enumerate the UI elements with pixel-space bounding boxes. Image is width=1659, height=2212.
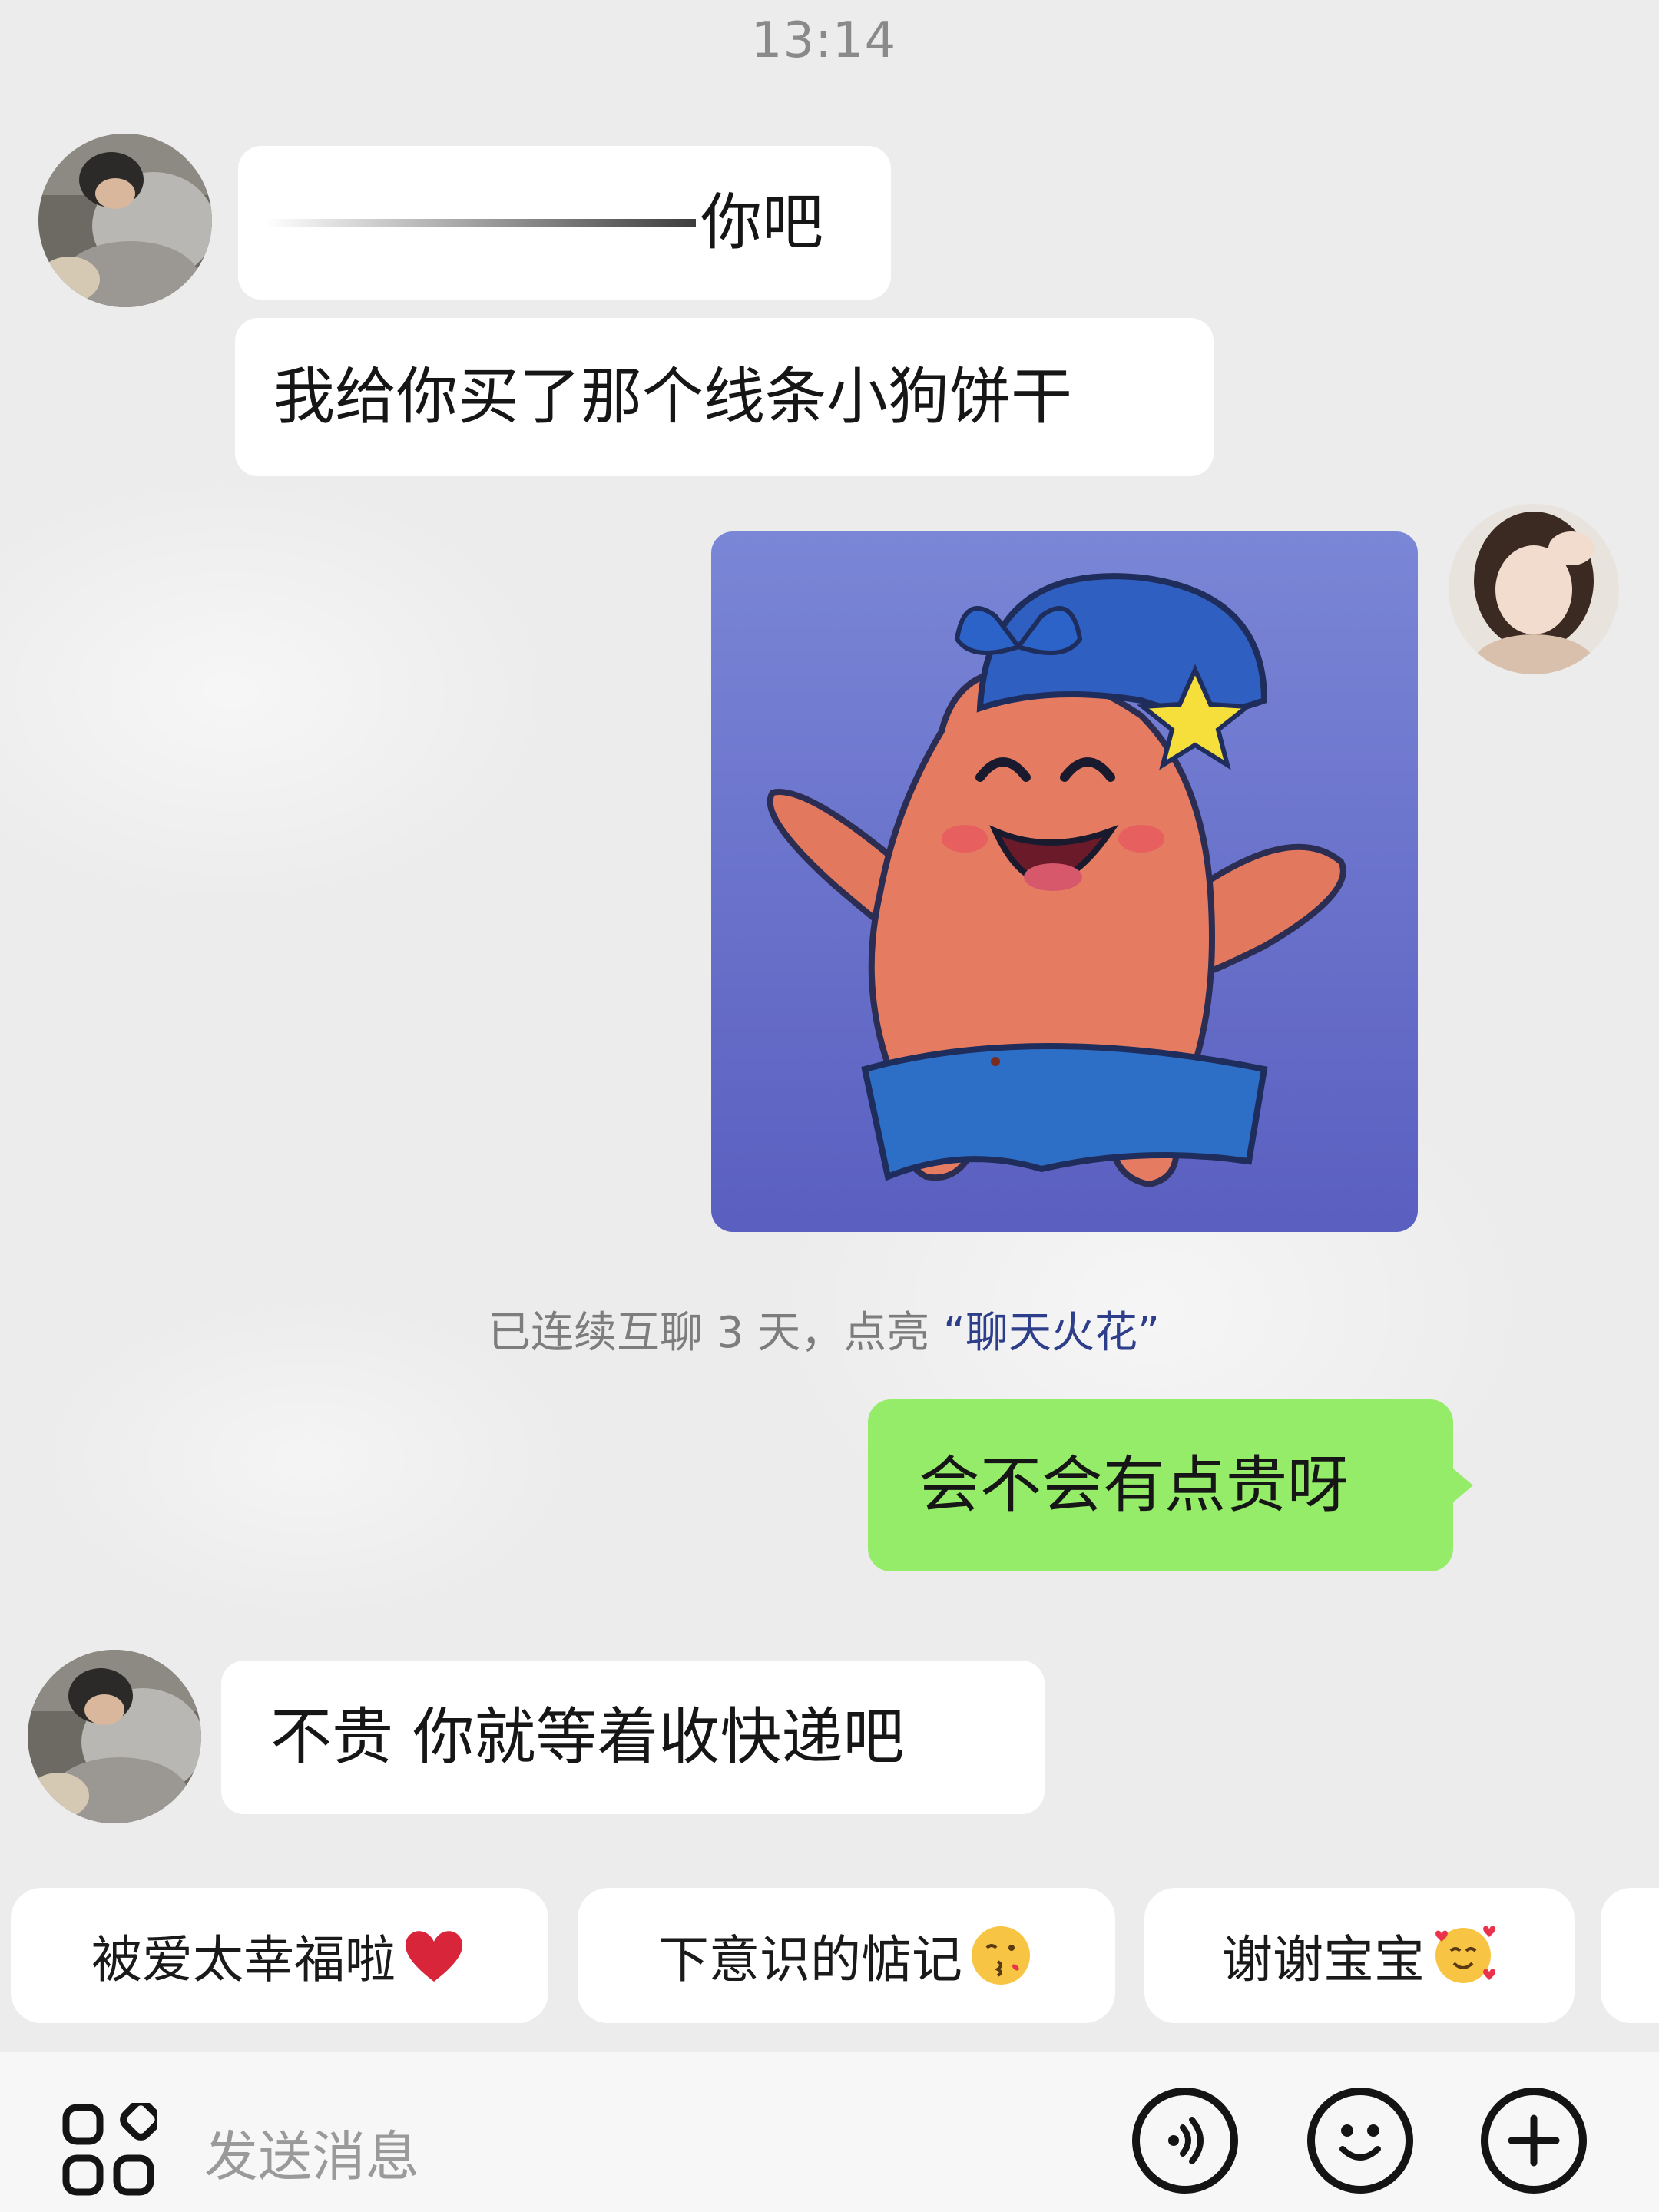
- quick-reply-label: 谢谢宝宝: [1222, 1930, 1425, 1989]
- voice-icon[interactable]: [1132, 2088, 1238, 2194]
- red-heart-icon: [400, 1922, 468, 1989]
- patrick-star-sticker[interactable]: [711, 531, 1418, 1232]
- message-text: 我给你买了那个线条小狗饼干: [273, 361, 1072, 432]
- message-text: 会不会有点贵呀: [919, 1449, 1349, 1521]
- received-message-bubble[interactable]: 我给你买了那个线条小狗饼干: [235, 318, 1214, 476]
- chat-spark-link[interactable]: “聊天火花”: [943, 1308, 1160, 1358]
- received-message-bubble[interactable]: 不贵 你就等着收快递吧: [221, 1661, 1045, 1814]
- emoji-icon[interactable]: [1307, 2088, 1413, 2194]
- streak-notice: 已连续互聊 3 天，点亮 “聊天火花”: [0, 1298, 1647, 1360]
- quick-reply-chip[interactable]: 谢谢宝宝: [1144, 1888, 1575, 2023]
- message-timestamp: 13:14: [750, 12, 897, 69]
- message-text: 你吧: [700, 187, 823, 258]
- received-message-bubble[interactable]: 你吧: [238, 146, 891, 300]
- smiling-face-with-hearts-icon: [1429, 1922, 1497, 1989]
- kissing-face-icon: [967, 1922, 1035, 1989]
- plus-icon[interactable]: [1481, 2088, 1587, 2194]
- streak-notice-text: 已连续互聊 3 天，点亮: [487, 1308, 943, 1358]
- message-text: 不贵 你就等着收快递吧: [270, 1701, 905, 1773]
- quick-reply-chip[interactable]: 下意识的惦记: [578, 1888, 1115, 2023]
- quick-reply-chip[interactable]: 被爱太幸福啦: [11, 1888, 548, 2023]
- apps-grid-icon[interactable]: [61, 2098, 162, 2201]
- quick-reply-chip-partial[interactable]: [1601, 1888, 1659, 2023]
- bubble-tail: [1453, 1469, 1473, 1502]
- redacted-line: [266, 219, 696, 227]
- sent-message-bubble[interactable]: 会不会有点贵呀: [868, 1399, 1453, 1571]
- message-input[interactable]: 发送消息: [204, 2114, 419, 2191]
- quick-reply-label: 被爱太幸福啦: [91, 1930, 396, 1989]
- contact-avatar[interactable]: [28, 1650, 201, 1823]
- contact-avatar[interactable]: [38, 134, 212, 307]
- quick-reply-label: 下意识的惦记: [658, 1930, 962, 1989]
- self-avatar[interactable]: [1449, 504, 1619, 674]
